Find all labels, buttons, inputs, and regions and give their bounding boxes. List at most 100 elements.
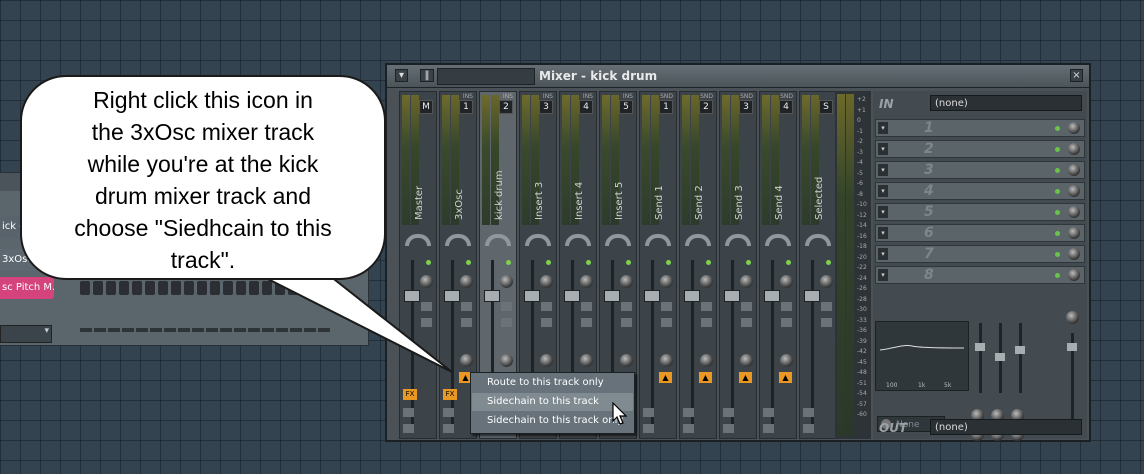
mute-led-icon[interactable]: [666, 260, 671, 265]
mute-led-icon[interactable]: [586, 260, 591, 265]
fx-button[interactable]: FX: [403, 389, 417, 400]
swap-icon[interactable]: [621, 302, 632, 311]
reverse-icon[interactable]: [781, 318, 792, 327]
pan-knob[interactable]: [525, 234, 551, 246]
mute-led-icon[interactable]: [626, 260, 631, 265]
stereo-knob[interactable]: [660, 275, 673, 288]
pan-knob[interactable]: [485, 234, 511, 246]
stereo-knob[interactable]: [620, 275, 633, 288]
step-sequencer[interactable]: [80, 281, 337, 295]
menu-item-sidechain[interactable]: Sidechain to this track: [472, 393, 633, 411]
record-icon[interactable]: [763, 408, 774, 417]
mixer-track[interactable]: M Master FX: [399, 91, 437, 439]
slot-menu-icon[interactable]: ▾: [878, 206, 888, 218]
pan-knob[interactable]: [645, 234, 671, 246]
effect-slot[interactable]: ▾ 4: [875, 182, 1085, 200]
disk-icon[interactable]: [683, 424, 694, 433]
slot-menu-icon[interactable]: ▾: [878, 122, 888, 134]
mute-led-icon[interactable]: [746, 260, 751, 265]
master-volume-handle[interactable]: [1067, 343, 1077, 351]
pan-knob[interactable]: [765, 234, 791, 246]
effect-slot[interactable]: ▾ 6: [875, 224, 1085, 242]
menu-item-route-only[interactable]: Route to this track only: [472, 374, 633, 392]
slot-enable-led-icon[interactable]: [1055, 252, 1060, 257]
effect-slot[interactable]: ▾ 3: [875, 161, 1085, 179]
effect-slot[interactable]: ▾ 1: [875, 119, 1085, 137]
step-button[interactable]: [236, 281, 246, 295]
volume-rail[interactable]: [771, 260, 774, 430]
step-button[interactable]: [119, 281, 129, 295]
reverse-icon[interactable]: [501, 318, 512, 327]
stereo-knob[interactable]: [580, 275, 593, 288]
step-button[interactable]: [158, 281, 168, 295]
volume-fader[interactable]: [764, 290, 780, 302]
disk-icon[interactable]: [803, 424, 814, 433]
mixer-track[interactable]: SND 2 Send 2 ▲: [679, 91, 717, 439]
slot-menu-icon[interactable]: ▾: [878, 143, 888, 155]
menu-icon[interactable]: ▾: [395, 69, 408, 82]
volume-fader[interactable]: [484, 290, 500, 302]
stereo-knob[interactable]: [820, 275, 833, 288]
swap-icon[interactable]: [701, 302, 712, 311]
record-icon[interactable]: [443, 408, 454, 417]
step-button[interactable]: [223, 281, 233, 295]
swap-icon[interactable]: [541, 302, 552, 311]
reverse-icon[interactable]: [421, 318, 432, 327]
slot-mix-knob[interactable]: [1068, 269, 1080, 281]
swap-icon[interactable]: [581, 302, 592, 311]
reverse-icon[interactable]: [461, 318, 472, 327]
volume-fader[interactable]: [564, 290, 580, 302]
slot-mix-knob[interactable]: [1068, 227, 1080, 239]
channel-dropdown[interactable]: ▾: [0, 325, 52, 343]
send-knob[interactable]: [740, 354, 753, 367]
step-button[interactable]: [301, 281, 311, 295]
mute-led-icon[interactable]: [506, 260, 511, 265]
step-button[interactable]: [184, 281, 194, 295]
pan-knob[interactable]: [605, 234, 631, 246]
step-button[interactable]: [249, 281, 259, 295]
mute-led-icon[interactable]: [546, 260, 551, 265]
step-button[interactable]: [275, 281, 285, 295]
step-button[interactable]: [327, 281, 337, 295]
eq-slider-1[interactable]: [979, 323, 982, 393]
send-knob[interactable]: [620, 354, 633, 367]
send-knob[interactable]: [660, 354, 673, 367]
swap-icon[interactable]: [501, 302, 512, 311]
slot-enable-led-icon[interactable]: [1055, 168, 1060, 173]
stereo-knob[interactable]: [420, 275, 433, 288]
eq-slider-3[interactable]: [1019, 323, 1022, 393]
disk-icon[interactable]: [443, 424, 454, 433]
reverse-icon[interactable]: [701, 318, 712, 327]
eq-slider-handle[interactable]: [1015, 346, 1025, 354]
stereo-knob[interactable]: [700, 275, 713, 288]
disk-icon[interactable]: [763, 424, 774, 433]
volume-rail[interactable]: [691, 260, 694, 430]
volume-fader[interactable]: [404, 290, 420, 302]
slot-enable-led-icon[interactable]: [1055, 210, 1060, 215]
volume-fader[interactable]: [724, 290, 740, 302]
volume-rail[interactable]: [651, 260, 654, 430]
step-button[interactable]: [132, 281, 142, 295]
slot-mix-knob[interactable]: [1068, 248, 1080, 260]
stereo-knob[interactable]: [740, 275, 753, 288]
stereo-knob[interactable]: [540, 275, 553, 288]
reverse-icon[interactable]: [821, 318, 832, 327]
slot-enable-led-icon[interactable]: [1055, 231, 1060, 236]
slot-menu-icon[interactable]: ▾: [878, 164, 888, 176]
step-button[interactable]: [288, 281, 298, 295]
volume-rail[interactable]: [411, 260, 414, 430]
slot-menu-icon[interactable]: ▾: [878, 248, 888, 260]
volume-fader[interactable]: [444, 290, 460, 302]
send-knob[interactable]: [540, 354, 553, 367]
send-knob[interactable]: [780, 354, 793, 367]
volume-fader[interactable]: [644, 290, 660, 302]
mixer-track[interactable]: SND 3 Send 3 ▲: [719, 91, 757, 439]
mute-led-icon[interactable]: [706, 260, 711, 265]
volume-fader[interactable]: [604, 290, 620, 302]
reverse-icon[interactable]: [661, 318, 672, 327]
record-icon[interactable]: [803, 408, 814, 417]
slot-mix-knob[interactable]: [1068, 122, 1080, 134]
reverse-icon[interactable]: [541, 318, 552, 327]
slot-menu-icon[interactable]: ▾: [878, 227, 888, 239]
swap-icon[interactable]: [821, 302, 832, 311]
